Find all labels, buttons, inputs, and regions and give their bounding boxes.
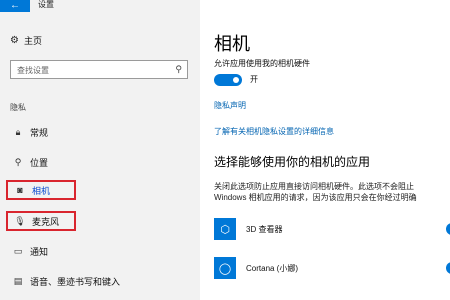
description-line: 关闭此选项防止应用直接访问相机硬件。此选项不会阻止 (214, 182, 414, 191)
gear-icon: ⚙ (10, 34, 19, 46)
toggle-state-label: 开 (250, 75, 258, 84)
sidebar-item-label: 语音、墨迹书写和键入 (30, 276, 121, 287)
learn-more-link[interactable]: 了解有关相机隐私设置的详细信息 (214, 126, 334, 137)
microphone-icon: 🎙︎ (14, 215, 26, 226)
camera-icon: ◙ (17, 185, 23, 195)
search-input[interactable] (17, 63, 167, 77)
sidebar-item-speech[interactable]: ▤ 语音、墨迹书写和键入 (6, 271, 196, 291)
app-name: 3D 查看器 (246, 224, 283, 234)
search-box[interactable]: ⚲ (10, 60, 188, 79)
camera-description: 关闭此选项防止应用直接访问相机硬件。此选项不会阻止 Windows 相机应用的请… (214, 181, 450, 203)
cortana-icon: ◯ (214, 257, 236, 279)
privacy-statement-link[interactable]: 隐私声明 (214, 100, 246, 111)
sidebar-item-label: 位置 (30, 157, 49, 168)
speech-icon: ▤ (13, 275, 23, 286)
camera-access-toggle[interactable] (214, 74, 242, 86)
sidebar-item-microphone[interactable]: 🎙︎ 麦克风 (6, 211, 76, 231)
app-row-3d-viewer: ⬡ 3D 查看器 (214, 216, 450, 242)
page-title: 相机 (214, 34, 250, 54)
search-icon[interactable]: ⚲ (175, 64, 182, 75)
notification-icon: ▭ (13, 245, 23, 256)
sidebar: ← 设置 ⚙ 主页 ⚲ 隐私 🔒︎ 常规 ⚲ 位置 ◙ 相机 🎙︎ 麦克风 ▭ … (0, 0, 200, 300)
home-label: 主页 (24, 35, 43, 46)
sidebar-item-label: 常规 (30, 127, 49, 138)
choose-apps-heading: 选择能够使用你的相机的应用 (214, 155, 371, 169)
app-name: Cortana (小娜) (246, 263, 299, 273)
section-privacy-label: 隐私 (10, 103, 26, 112)
sidebar-item-label: 通知 (30, 246, 49, 257)
description-line: Windows 相机应用的请求，因为该应用只会在你经过明确 (214, 193, 417, 202)
title-bar: ← 设置 (0, 0, 200, 12)
sidebar-item-label: 相机 (32, 185, 51, 196)
app-camera-toggle[interactable] (446, 262, 450, 274)
sidebar-item-general[interactable]: 🔒︎ 常规 (6, 122, 76, 142)
cube-icon: ⬡ (214, 218, 236, 240)
app-camera-toggle[interactable] (446, 223, 450, 235)
main-content: 相机 允许应用使用我的相机硬件 开 隐私声明 了解有关相机隐私设置的详细信息 选… (200, 0, 450, 300)
sidebar-item-location[interactable]: ⚲ 位置 (6, 152, 76, 172)
back-button[interactable]: ← (0, 0, 30, 12)
sidebar-item-label: 麦克风 (32, 216, 60, 227)
sidebar-item-notifications[interactable]: ▭ 通知 (6, 241, 76, 261)
home-nav-item[interactable]: ⚙ 主页 (10, 32, 42, 48)
lock-icon: 🔒︎ (15, 126, 21, 137)
sidebar-item-camera[interactable]: ◙ 相机 (6, 180, 76, 200)
window-title: 设置 (38, 0, 54, 9)
location-icon: ⚲ (14, 156, 22, 167)
app-row-cortana: ◯ Cortana (小娜) (214, 255, 450, 281)
allow-camera-label: 允许应用使用我的相机硬件 (214, 59, 310, 68)
toggle-knob (233, 77, 239, 83)
